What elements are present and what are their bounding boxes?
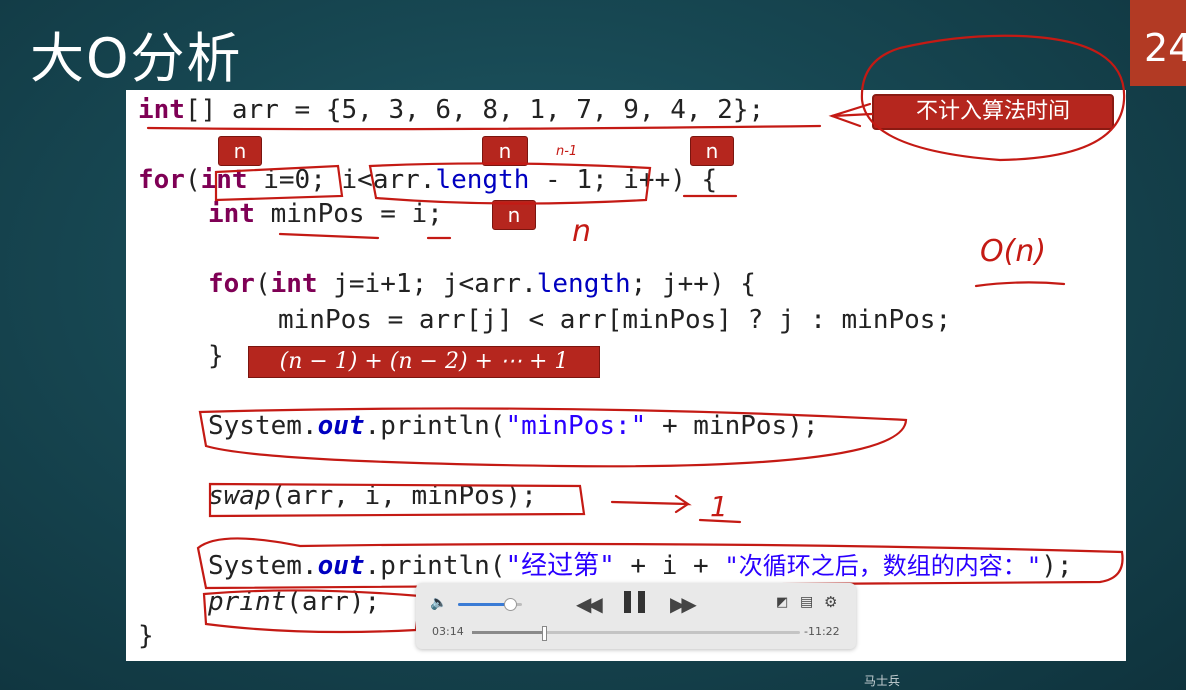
keyword: for — [208, 269, 255, 299]
remaining-time: -11:22 — [804, 625, 840, 638]
n-tag: n — [492, 200, 536, 230]
code-text: System. — [208, 551, 318, 581]
code-text: (arr); — [286, 587, 381, 617]
code-line-print-loop: System.out.println("经过第" + i + "次循环之后，数组… — [208, 550, 1073, 582]
code-text: j=i+1; j<arr. — [317, 269, 537, 299]
page-number-badge: 24 — [1130, 0, 1186, 86]
elapsed-time: 03:14 — [432, 625, 464, 638]
code-text: + i + — [614, 551, 725, 581]
volume-level — [458, 603, 511, 606]
complexity-formula: (𝑛 − 1) + (𝑛 − 2) + ⋯ + 1 — [248, 346, 600, 378]
method-name: print — [208, 587, 287, 617]
code-line-inner-for: for(int j=i+1; j<arr.length; j++) { — [208, 268, 756, 300]
slide-title: 大O分析 — [30, 27, 243, 90]
code-line-outer-close: } — [138, 621, 154, 651]
code-line-print-minpos: System.out.println("minPos:" + minPos); — [208, 410, 819, 442]
keyword: for — [138, 165, 185, 195]
code-line-outer-for: for(int i=0; i<arr.length - 1; i++) { — [138, 164, 717, 196]
code-text: ; j++) { — [630, 269, 756, 299]
method-name: swap — [208, 481, 271, 511]
pause-icon[interactable] — [624, 591, 646, 613]
code-line-ternary: minPos = arr[j] < arr[minPos] ? j : minP… — [278, 305, 952, 335]
string-literal: "minPos:" — [505, 411, 647, 441]
handwritten-big-o-n: O(n) — [980, 234, 1047, 269]
code-text: .println( — [364, 551, 506, 581]
handwritten-1: 1 — [710, 490, 728, 523]
keyword: int — [208, 199, 255, 229]
handwritten-n-minus-1: n-1 — [556, 144, 578, 159]
string-literal: "经过第" — [505, 551, 615, 581]
keyword: int — [138, 95, 185, 125]
code-text: (arr, i, minPos); — [270, 481, 537, 511]
seek-handle[interactable] — [542, 626, 548, 641]
keyword: int — [270, 269, 318, 299]
video-player-controls: 🔈 ◀◀ ▶▶ ◩ ▤ ⚙ 03:14 -11:22 — [416, 583, 856, 649]
n-tag: n — [690, 136, 734, 166]
code-text: ( — [184, 165, 201, 195]
handwritten-n: n — [572, 214, 592, 249]
code-text: System. — [208, 411, 318, 441]
volume-knob[interactable] — [504, 598, 518, 611]
code-text: minPos = i; — [254, 199, 443, 229]
rewind-icon[interactable]: ◀◀ — [576, 592, 603, 616]
n-tag: n — [482, 136, 528, 166]
volume-slider[interactable] — [458, 598, 522, 611]
field-out: out — [317, 551, 365, 581]
volume-icon[interactable]: 🔈 — [430, 595, 447, 611]
code-text: - 1; i++) { — [529, 165, 718, 195]
n-tag: n — [218, 136, 262, 166]
code-text: i=0; i<arr. — [247, 165, 436, 195]
seek-progress — [472, 631, 545, 634]
code-line-array-init: int[] arr = {5, 3, 6, 8, 1, 7, 9, 4, 2}; — [138, 94, 764, 126]
pip-icon[interactable]: ◩ — [776, 595, 788, 610]
watermark: 马士兵 — [864, 674, 901, 688]
code-text: [] arr = {5, 3, 6, 8, 1, 7, 9, 4, 2}; — [184, 95, 765, 125]
code-line-inner-close: } — [208, 341, 224, 371]
fast-forward-icon[interactable]: ▶▶ — [670, 592, 697, 616]
code-text: + minPos); — [646, 411, 819, 441]
code-text: ( — [254, 269, 271, 299]
code-text: ); — [1041, 551, 1073, 581]
settings-icon[interactable]: ⚙ — [824, 593, 837, 611]
code-text: .println( — [364, 411, 506, 441]
string-literal: "次循环之后，数组的内容：" — [724, 552, 1042, 580]
code-line-minpos-init: int minPos = i; — [208, 198, 443, 230]
seek-bar[interactable] — [472, 626, 800, 641]
not-counted-note: 不计入算法时间 — [872, 94, 1114, 130]
code-line-swap: swap(arr, i, minPos); — [208, 480, 537, 512]
keyword: int — [200, 165, 248, 195]
code-line-print-arr: print(arr); — [208, 586, 380, 618]
field-out: out — [317, 411, 365, 441]
chapters-icon[interactable]: ▤ — [800, 594, 813, 610]
field-name: length — [435, 165, 530, 195]
field-name: length — [536, 269, 631, 299]
